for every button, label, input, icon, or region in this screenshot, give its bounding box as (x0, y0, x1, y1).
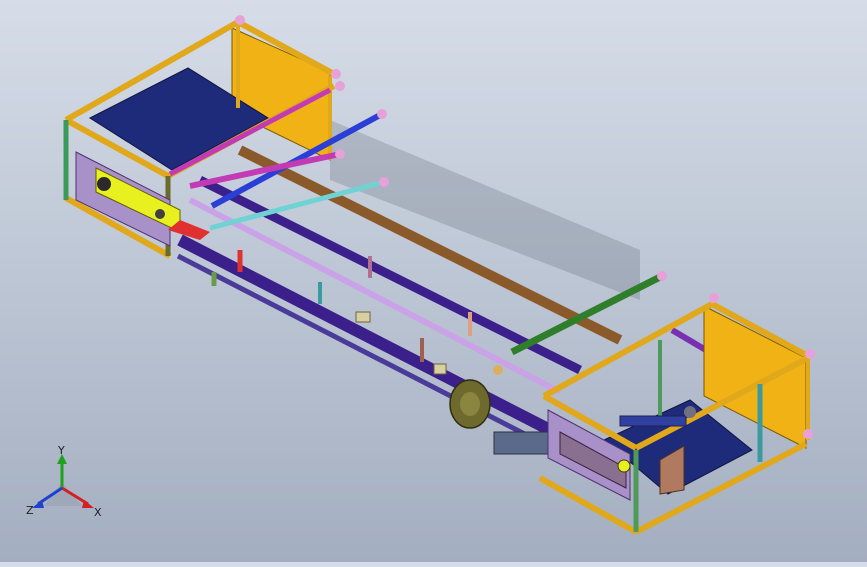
knob (805, 349, 815, 359)
motor-mount (493, 431, 555, 455)
orientation-triad[interactable]: Y X Z (22, 444, 106, 526)
knob (377, 109, 387, 119)
cad-3d-viewport[interactable] (0, 0, 867, 562)
left-end-frame[interactable] (63, 19, 336, 259)
right-end-frame[interactable] (538, 293, 815, 535)
knob (335, 81, 345, 91)
rail-purple-lower (177, 234, 553, 436)
right-pulley (617, 459, 631, 473)
knob (803, 429, 813, 439)
rail-bracket (433, 363, 447, 375)
knob (331, 69, 341, 79)
knob (235, 15, 245, 25)
x-axis-label: X (94, 506, 102, 519)
rail-bracket (355, 311, 371, 323)
left-pulley (97, 177, 111, 191)
knob (335, 149, 345, 159)
right-cylinder (619, 415, 687, 427)
x-axis-arrow (82, 500, 94, 508)
z-axis-label: Z (26, 504, 34, 517)
y-axis-label: Y (57, 446, 65, 457)
conveyor-model[interactable] (0, 0, 867, 562)
z-axis-arrow (32, 500, 44, 508)
knob (379, 177, 389, 187)
knob (709, 293, 719, 303)
knob (657, 271, 667, 281)
